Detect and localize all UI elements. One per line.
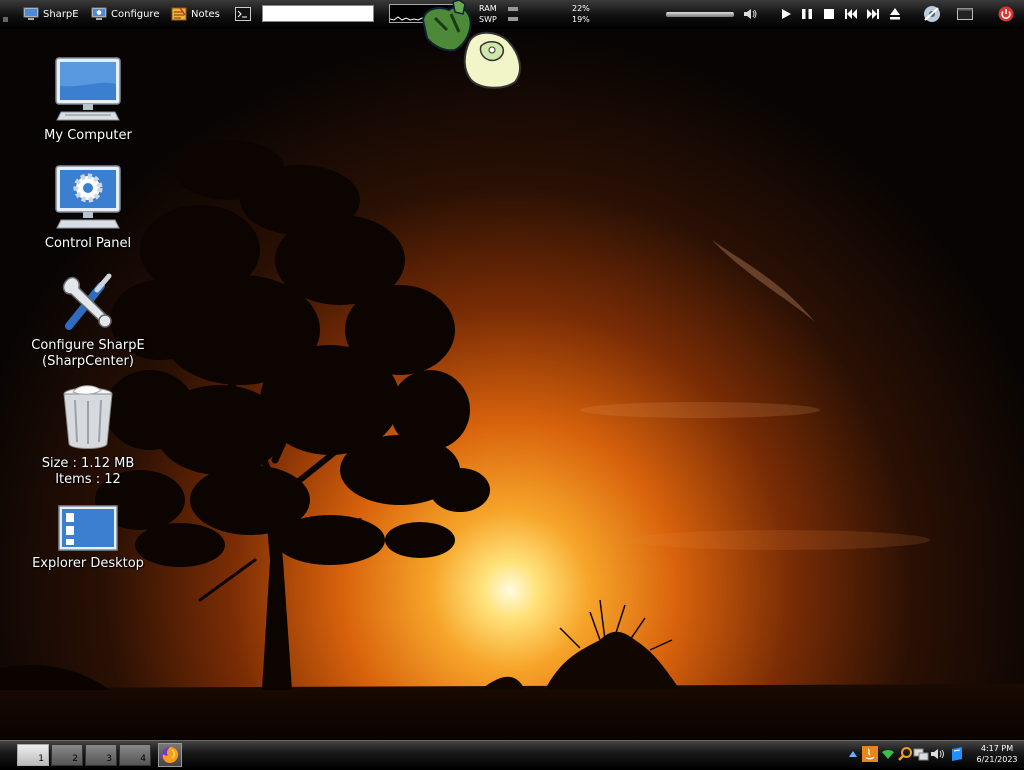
next-icon (865, 6, 881, 22)
recycle-bin-icon (53, 384, 123, 454)
desktop-icon-explorer-desktop[interactable]: Explorer Desktop (18, 504, 158, 572)
power-button[interactable] (998, 0, 1014, 28)
desktop-icon-label-line2: (SharpCenter) (42, 354, 134, 369)
tray-dropbox[interactable] (949, 745, 965, 763)
desktop-icon-label: Explorer Desktop (32, 556, 144, 571)
power-icon (998, 6, 1014, 22)
media-player-icon (922, 4, 942, 24)
desktop-icon-configure-sharpe[interactable]: Configure SharpE (SharpCenter) (18, 266, 158, 370)
recycle-bin-size: Size : 1.12 MB (41, 456, 135, 471)
swap-percent: 19% (572, 15, 590, 24)
tray-network[interactable] (913, 745, 929, 763)
terminal-icon (235, 6, 251, 22)
pause-button[interactable] (799, 0, 815, 28)
tray-volume[interactable] (930, 745, 948, 763)
control-panel-icon (53, 164, 123, 234)
console-icon (957, 6, 973, 22)
workspace-number: 1 (38, 754, 44, 764)
configure-launcher-button[interactable]: Configure (88, 0, 162, 28)
monitor-gear-icon (91, 6, 107, 22)
sharpe-launcher-label: SharpE (43, 8, 79, 20)
workspace-number: 4 (140, 754, 146, 764)
recycle-bin-items: Items : 12 (55, 472, 121, 487)
terminal-window-button[interactable] (957, 0, 973, 28)
desktop-icon-label: My Computer (44, 128, 132, 143)
workspace-2-button[interactable]: 2 (51, 744, 83, 766)
ram-percent: 22% (572, 4, 590, 13)
speaker-icon (742, 6, 758, 22)
desktop-icon-recycle-bin[interactable]: Size : 1.12 MB Items : 12 (18, 384, 158, 488)
notes-launcher-label: Notes (191, 8, 220, 20)
notes-icon (171, 6, 187, 22)
tray-clock[interactable]: 4:17 PM 6/21/2023 (972, 743, 1022, 765)
workspace-4-button[interactable]: 4 (119, 744, 151, 766)
command-input[interactable] (262, 5, 374, 22)
dropbox-icon (952, 747, 962, 761)
panel-grip-handle[interactable] (3, 0, 9, 28)
java-icon (862, 746, 878, 762)
previous-button[interactable] (843, 0, 859, 28)
desktop-icon-control-panel[interactable]: Control Panel (18, 164, 158, 252)
configure-launcher-label: Configure (111, 8, 160, 20)
volume-slider[interactable] (666, 12, 734, 17)
media-player-button[interactable] (922, 0, 942, 28)
workspace-1-button[interactable]: 1 (17, 744, 49, 766)
clock-time: 4:17 PM (980, 744, 1014, 753)
network-shield-icon (882, 750, 894, 759)
sharpe-launcher-button[interactable]: SharpE (20, 0, 82, 28)
volume-icon (931, 749, 944, 759)
search-icon (898, 747, 912, 761)
terminal-button[interactable] (235, 0, 251, 28)
eject-button[interactable] (887, 0, 903, 28)
next-button[interactable] (865, 0, 881, 28)
workspace-number: 2 (72, 754, 78, 764)
network-icon (913, 748, 929, 761)
play-button[interactable] (778, 0, 794, 28)
monitor-icon (23, 6, 39, 22)
tray-java[interactable] (862, 745, 878, 763)
volume-button[interactable] (742, 0, 758, 28)
tools-icon (53, 266, 123, 336)
notes-launcher-button[interactable]: Notes (168, 0, 223, 28)
clock-date: 6/21/2023 (976, 755, 1018, 764)
stop-button[interactable] (821, 0, 837, 28)
desktop-mascot-image[interactable] (415, 0, 530, 92)
stop-icon (821, 6, 837, 22)
workspace-number: 3 (106, 754, 112, 764)
play-icon (778, 6, 794, 22)
desktop-icon-label: Control Panel (44, 236, 132, 251)
computer-icon (53, 56, 123, 126)
tray-network-shield[interactable] (880, 745, 896, 763)
desktop-icon-label-line1: Configure SharpE (31, 338, 145, 353)
eject-icon (887, 6, 903, 22)
pause-icon (799, 6, 815, 22)
workspace-3-button[interactable]: 3 (85, 744, 117, 766)
taskbar-firefox-button[interactable] (158, 743, 182, 767)
previous-icon (843, 6, 859, 22)
desktop-icon-my-computer[interactable]: My Computer (18, 56, 158, 144)
tray-expand-button[interactable] (847, 745, 859, 763)
expand-tray-icon (849, 751, 857, 757)
firefox-icon (162, 747, 179, 763)
explorer-desktop-icon (53, 504, 123, 554)
tray-search[interactable] (897, 745, 913, 763)
